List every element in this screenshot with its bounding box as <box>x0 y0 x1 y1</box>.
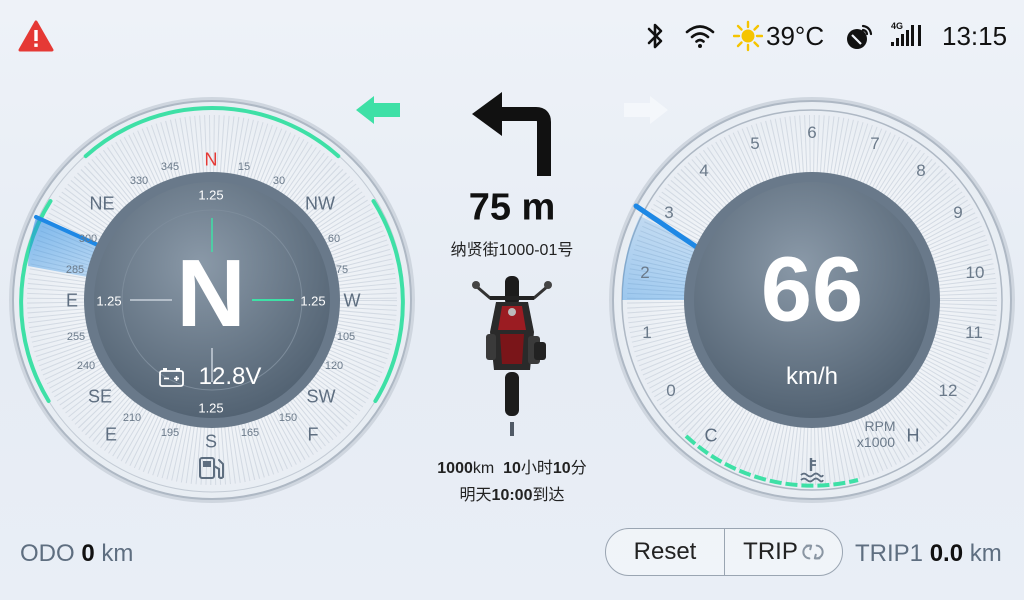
inner-scale-top: 1.25 <box>198 187 224 203</box>
odo-unit: km <box>101 540 134 567</box>
odo-label: ODO <box>20 540 75 567</box>
odometer: ODO 0 km <box>20 540 133 568</box>
battery-voltage: 12.8V <box>198 363 262 390</box>
eta-suffix: 到达 <box>532 487 565 504</box>
speed-unit: km/h <box>785 363 839 390</box>
fuel-full-label: F <box>307 424 319 445</box>
odo-value: 0 <box>81 540 95 567</box>
degree-105: 105 <box>336 331 356 343</box>
trip1-value: 0.0 <box>929 540 964 567</box>
compass-label-s: S <box>204 431 218 452</box>
turn-distance: 75 m <box>468 186 556 229</box>
degree-255: 255 <box>66 331 86 343</box>
eta-prefix: 明天 <box>459 487 492 504</box>
street-name: 纳贤街1000-01号 <box>450 242 574 259</box>
cellular-signal-icon: 4G <box>890 18 926 54</box>
eta-arrival: 明天10:00到达 <box>460 481 565 505</box>
compass-label-n: N <box>204 149 218 170</box>
trip1-readout: TRIP1 0.0 km <box>855 540 1002 568</box>
eta-minutes: 10 <box>552 460 571 477</box>
speedometer-gauge: 0 1 2 3 4 5 6 7 8 9 10 11 12 66 km/h RPM… <box>608 96 1016 504</box>
trip-toggle-button[interactable]: TRIP <box>725 529 842 575</box>
coolant-hot-label: H <box>906 425 920 446</box>
rpm-tick-0: 0 <box>666 381 676 400</box>
inner-scale-bottom: 1.25 <box>198 400 224 416</box>
degree-300: 300 <box>78 233 98 245</box>
rpm-tick-6: 6 <box>807 123 817 142</box>
rpm-tick-11: 11 <box>965 323 983 342</box>
compass-label-ne: NE <box>89 193 115 214</box>
compass-label-se: SE <box>87 386 113 407</box>
battery-icon <box>159 368 184 387</box>
rpm-tick-7: 7 <box>870 134 880 153</box>
compass-label-w: W <box>343 290 361 311</box>
degree-15: 15 <box>237 161 251 173</box>
eta-hours-unit: 小时 <box>520 460 553 477</box>
rpm-tick-4: 4 <box>699 161 709 180</box>
degree-330: 330 <box>129 175 149 187</box>
trip1-unit: km <box>969 540 1002 567</box>
motorcycle-icon <box>472 276 552 416</box>
compass-gauge: N NE NW E W SE SW E F S 345 15 330 30 30… <box>8 96 416 504</box>
turn-left-arrow-icon <box>472 92 551 176</box>
degree-240: 240 <box>76 360 96 372</box>
coolant-cold-label: C <box>704 425 718 446</box>
fuel-empty-label: E <box>104 424 118 445</box>
rpm-multiplier: x1000 <box>856 434 896 450</box>
rpm-label: RPM <box>864 418 896 434</box>
degree-120: 120 <box>324 360 344 372</box>
cycle-icon <box>802 544 824 560</box>
degree-285: 285 <box>65 264 85 276</box>
eta-minutes-unit: 分 <box>570 460 587 477</box>
degree-150: 150 <box>278 412 298 424</box>
degree-195: 195 <box>160 427 180 439</box>
degree-210: 210 <box>122 412 142 424</box>
warning-icon <box>18 20 54 52</box>
compass-label-sw: SW <box>306 386 336 407</box>
clock: 13:15 <box>942 20 1008 51</box>
eta-time: 10:00 <box>491 487 533 504</box>
eta-distance-value: 1000 <box>437 460 473 477</box>
rpm-tick-1: 1 <box>642 323 652 342</box>
eta-hours: 10 <box>503 460 521 477</box>
compass-label-nw: NW <box>305 193 335 214</box>
left-turn-signal-icon <box>356 96 400 124</box>
temperature-readout: 39°C <box>766 20 825 51</box>
inner-scale-right: 1.25 <box>300 293 326 309</box>
eta-distance-unit: km <box>472 460 495 477</box>
rpm-tick-2: 2 <box>640 263 650 282</box>
compass-label-e: E <box>65 290 79 311</box>
route-line <box>510 422 514 436</box>
wifi-icon <box>685 25 715 48</box>
degree-60: 60 <box>327 233 341 245</box>
speed-value: 66 <box>760 238 864 341</box>
inner-scale-left: 1.25 <box>96 293 122 309</box>
reset-button[interactable]: Reset <box>606 529 725 575</box>
gps-icon <box>847 24 873 49</box>
rpm-tick-3: 3 <box>664 203 674 222</box>
rpm-tick-5: 5 <box>750 134 760 153</box>
rpm-tick-9: 9 <box>953 203 963 222</box>
compass-heading: N <box>176 240 246 347</box>
eta-remaining: 1000km 10小时10分 <box>437 454 586 478</box>
trip-button-label: TRIP <box>743 538 798 565</box>
degree-345: 345 <box>160 161 180 173</box>
degree-165: 165 <box>240 427 260 439</box>
rpm-tick-8: 8 <box>916 161 926 180</box>
trip1-label: TRIP1 <box>855 540 924 567</box>
rpm-tick-12: 12 <box>938 381 958 400</box>
rpm-tick-10: 10 <box>965 263 985 282</box>
sun-icon <box>733 20 763 52</box>
degree-30: 30 <box>272 175 286 187</box>
trip-control: Reset TRIP <box>605 528 843 576</box>
degree-75: 75 <box>335 264 349 276</box>
bluetooth-icon <box>647 23 663 49</box>
